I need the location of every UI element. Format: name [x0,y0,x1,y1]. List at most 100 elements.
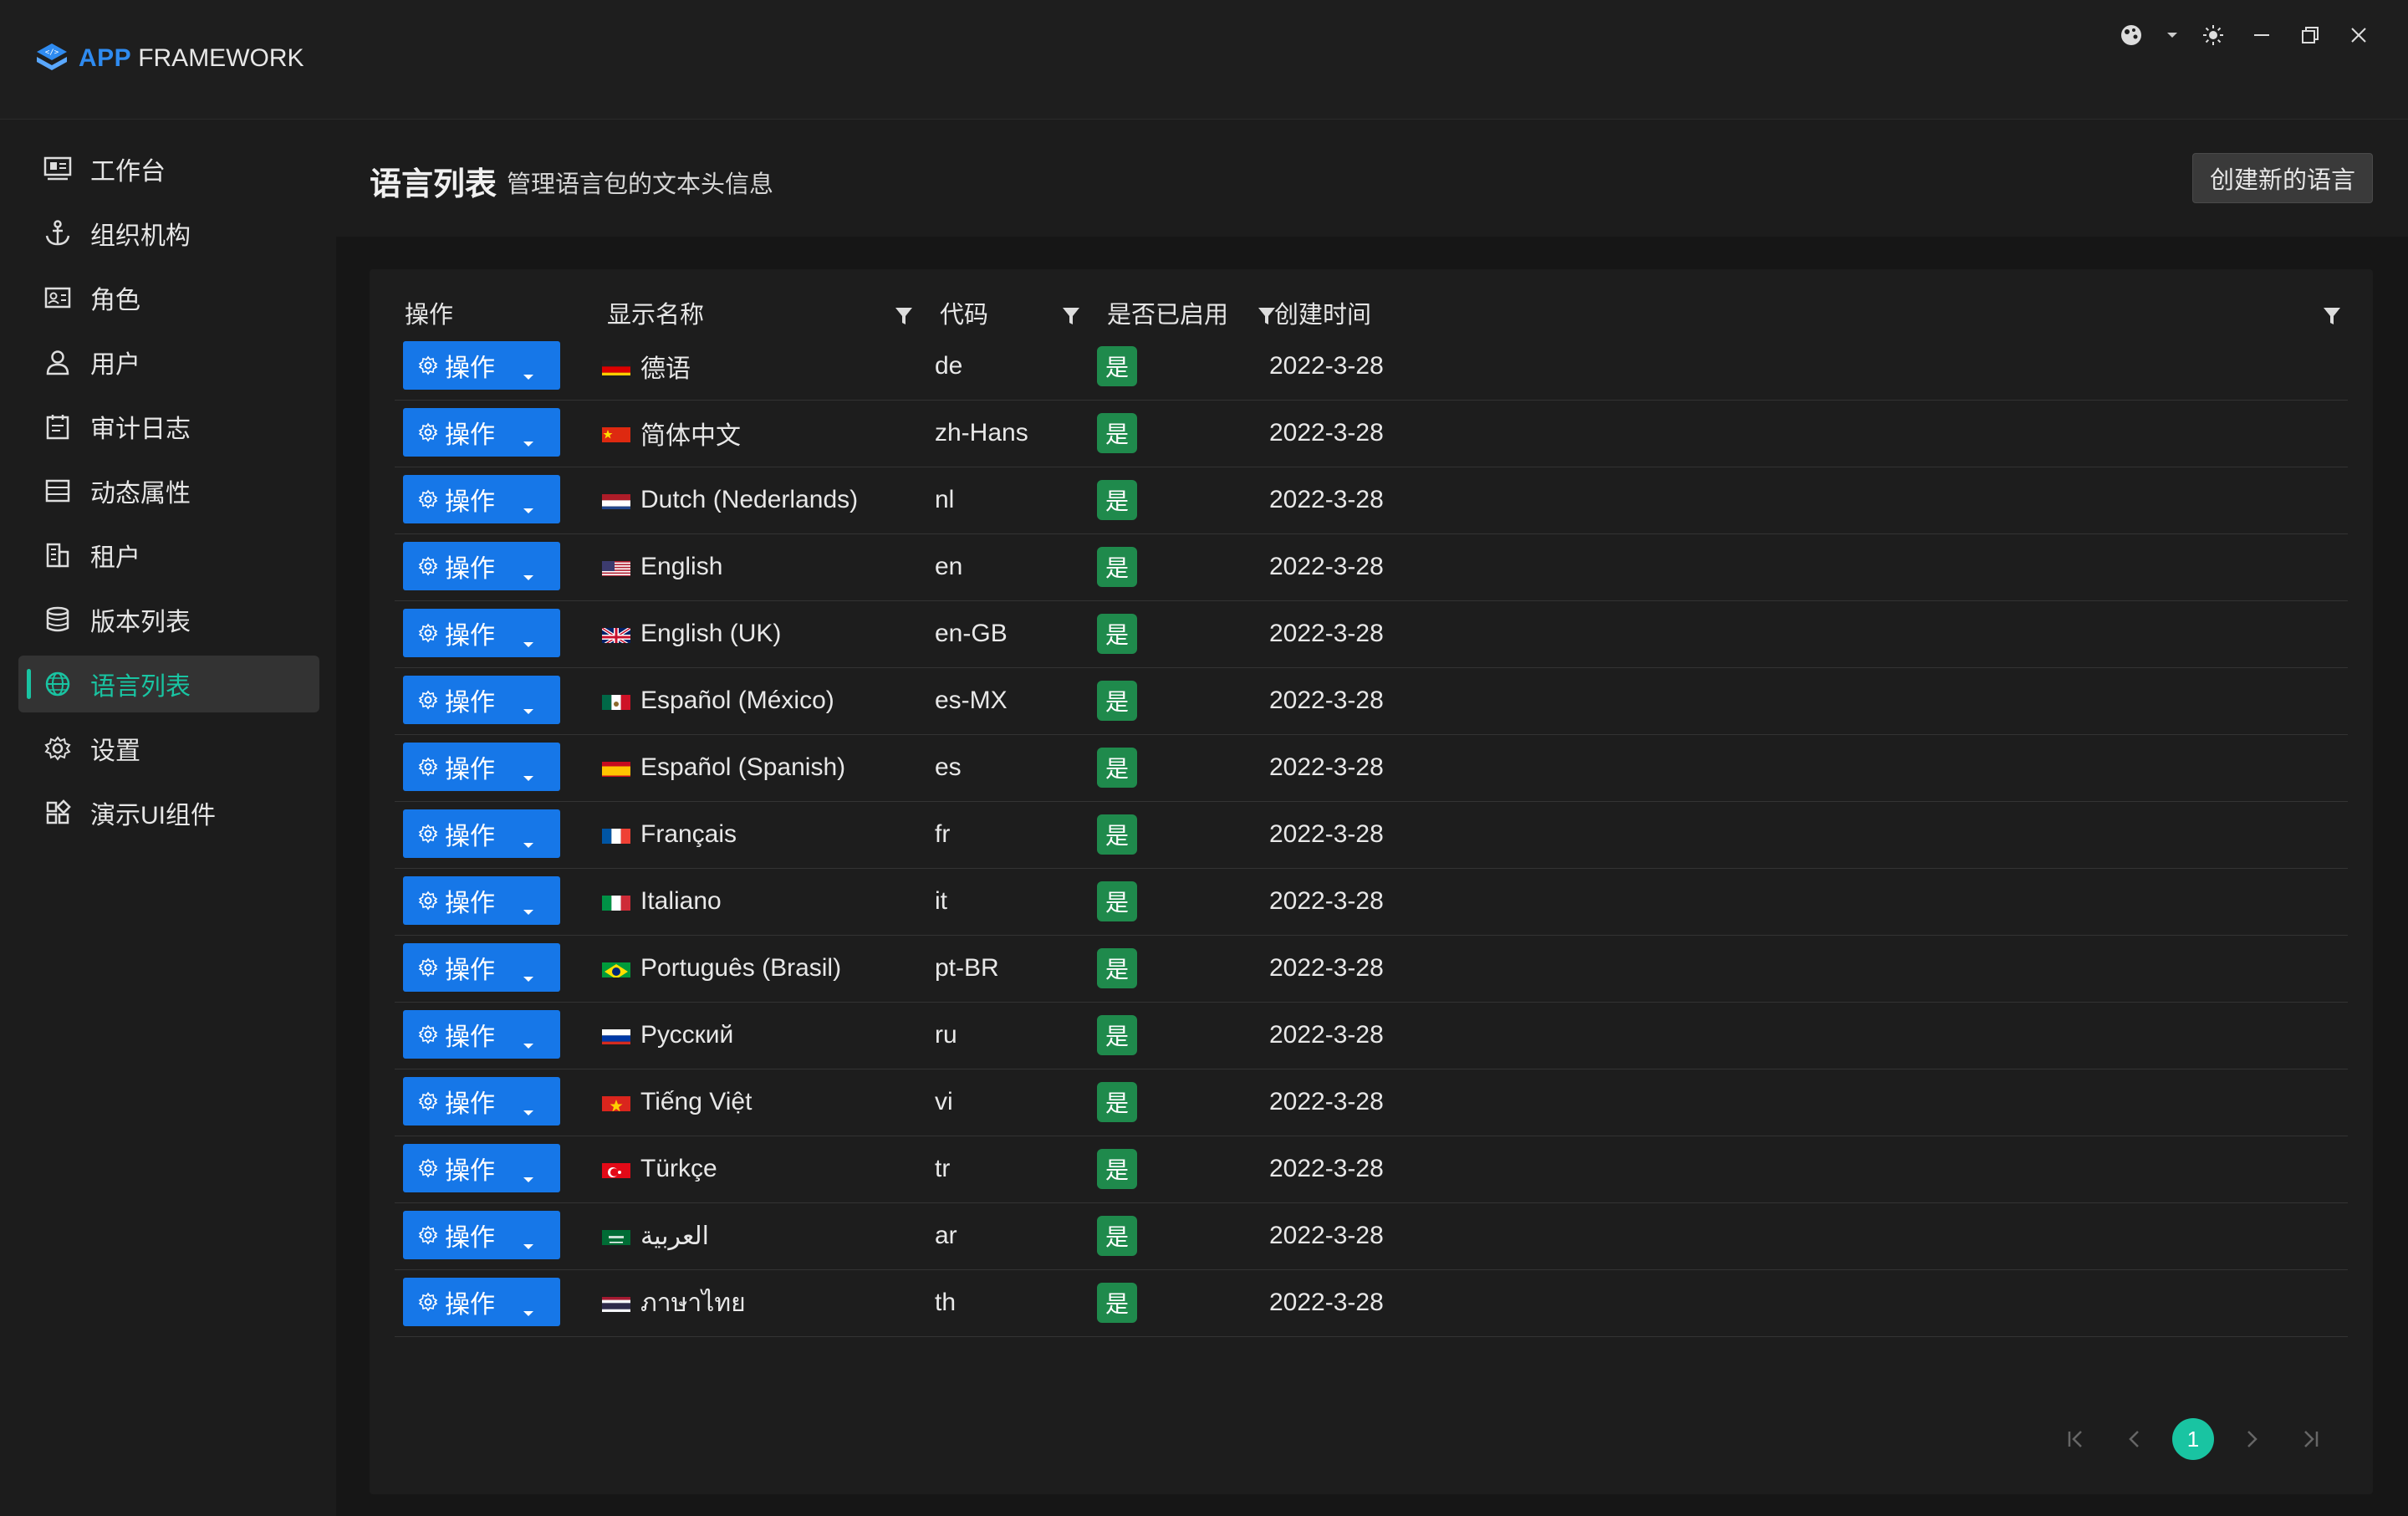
sidebar: 工作台 组织机构 角色 用户 审计日志 动态属性 租户 版本列表 语言列表 设置… [0,120,336,1516]
table-row: 操作 ภาษาไทย th 是 2022-3-28 [395,1269,2348,1337]
sidebar-item-languages[interactable]: 语言列表 [18,656,319,712]
caret-down-icon[interactable] [522,694,535,722]
column-header-enabled[interactable]: 是否已启用 [1107,294,1228,336]
sidebar-item-demo-ui-components[interactable]: 演示UI组件 [18,784,319,841]
caret-down-icon[interactable] [522,761,535,789]
caret-down-icon[interactable] [522,426,535,455]
row-action-button[interactable]: 操作 [403,743,560,791]
last-page-icon[interactable] [2281,1417,2339,1461]
sidebar-item-dashboard[interactable]: 工作台 [18,140,319,197]
list-icon [42,475,74,507]
row-action-label: 操作 [445,421,495,449]
sidebar-item-roles[interactable]: 角色 [18,269,319,326]
row-action-button[interactable]: 操作 [403,943,560,992]
sidebar-item-label: 语言列表 [90,673,191,701]
column-header-display-name[interactable]: 显示名称 [607,294,704,336]
filter-icon[interactable] [895,306,913,326]
previous-page-icon[interactable] [2105,1417,2164,1461]
sun-icon[interactable] [2189,17,2237,54]
app-window: </> APP FRAMEWORK 工作台 组织机构 角色 用户 审计日志 动态… [0,0,2408,1516]
caret-down-icon[interactable] [522,360,535,388]
enabled-badge: 是 [1097,681,1137,721]
caret-down-icon[interactable] [522,962,535,990]
caret-down-icon[interactable] [522,1162,535,1191]
row-action-label: 操作 [445,1023,495,1051]
row-action-button[interactable]: 操作 [403,676,560,724]
minimize-icon[interactable] [2237,17,2286,54]
row-action-button[interactable]: 操作 [403,1010,560,1059]
table-row: 操作 العربية ar 是 2022-3-28 [395,1202,2348,1270]
sidebar-item-audit-log[interactable]: 审计日志 [18,398,319,455]
created-cell: 2022-3-28 [1269,887,1384,915]
row-action-button[interactable]: 操作 [403,609,560,657]
enabled-cell: 是 [1097,333,1137,400]
sidebar-item-users[interactable]: 用户 [18,334,319,390]
caret-down-icon[interactable] [522,1095,535,1124]
chevron-down-icon[interactable] [2155,17,2189,54]
language-name: Tiếng Việt [640,1088,752,1115]
sidebar-item-organization[interactable]: 组织机构 [18,205,319,262]
table-row: 操作 English (UK) en-GB 是 2022-3-28 [395,600,2348,668]
row-action-button[interactable]: 操作 [403,1144,560,1192]
column-header-code[interactable]: 代码 [940,294,988,336]
caret-down-icon[interactable] [522,828,535,856]
table-row: 操作 简体中文 zh-Hans 是 2022-3-28 [395,400,2348,467]
next-page-icon[interactable] [2222,1417,2281,1461]
enabled-badge: 是 [1097,1283,1137,1323]
current-page-button[interactable]: 1 [2172,1418,2214,1460]
code-cell: ar [935,1222,957,1249]
row-action-button[interactable]: 操作 [403,408,560,457]
row-action-button[interactable]: 操作 [403,475,560,523]
caret-down-icon[interactable] [522,1296,535,1325]
flag-icon [602,357,630,375]
sidebar-item-versions[interactable]: 版本列表 [18,591,319,648]
sidebar-item-dynamic-properties[interactable]: 动态属性 [18,462,319,519]
table-row: 操作 Türkçe tr 是 2022-3-28 [395,1136,2348,1203]
created-cell: 2022-3-28 [1269,1222,1384,1249]
flag-icon [602,1227,630,1245]
caret-down-icon[interactable] [522,1029,535,1057]
row-action-button[interactable]: 操作 [403,876,560,925]
row-action-label: 操作 [445,890,495,917]
row-action-button[interactable]: 操作 [403,1211,560,1259]
caret-down-icon[interactable] [522,493,535,522]
table-row: 操作 Français fr 是 2022-3-28 [395,801,2348,869]
enabled-badge: 是 [1097,413,1137,453]
table-row: 操作 Português (Brasil) pt-BR 是 2022-3-28 [395,935,2348,1003]
table-row: 操作 德语 de 是 2022-3-28 [395,333,2348,401]
filter-icon[interactable] [1062,306,1080,326]
code-cell: fr [935,820,951,848]
caret-down-icon[interactable] [522,895,535,923]
enabled-badge: 是 [1097,1149,1137,1189]
filter-icon[interactable] [1258,306,1276,326]
row-action-button[interactable]: 操作 [403,1278,560,1326]
create-language-button[interactable]: 创建新的语言 [2191,153,2373,203]
theme-icon[interactable] [2107,17,2155,54]
display-name-cell: 德语 [602,333,691,400]
gear-icon [418,556,438,576]
sidebar-item-settings[interactable]: 设置 [18,720,319,777]
language-name: Türkçe [640,1155,717,1182]
close-icon[interactable] [2334,17,2383,54]
filter-icon[interactable] [2323,306,2341,326]
gear-icon [418,1225,438,1245]
row-action-button[interactable]: 操作 [403,341,560,390]
row-action-button[interactable]: 操作 [403,542,560,590]
gear-icon [418,690,438,710]
table-row: 操作 Русский ru 是 2022-3-28 [395,1002,2348,1069]
created-cell: 2022-3-28 [1269,954,1384,982]
first-page-icon[interactable] [2047,1417,2105,1461]
column-header-created[interactable]: 创建时间 [1274,294,1371,336]
gear-icon [418,824,438,844]
row-action-button[interactable]: 操作 [403,809,560,858]
caret-down-icon[interactable] [522,1229,535,1258]
display-name-cell: Русский [602,1002,733,1069]
table-row: 操作 Dutch (Nederlands) nl 是 2022-3-28 [395,467,2348,534]
sidebar-item-tenants[interactable]: 租户 [18,527,319,584]
restore-icon[interactable] [2286,17,2334,54]
row-action-label: 操作 [445,488,495,516]
row-action-button[interactable]: 操作 [403,1077,560,1126]
page-header: 语言列表 管理语言包的文本头信息 创建新的语言 [336,120,2408,237]
caret-down-icon[interactable] [522,560,535,589]
caret-down-icon[interactable] [522,627,535,656]
